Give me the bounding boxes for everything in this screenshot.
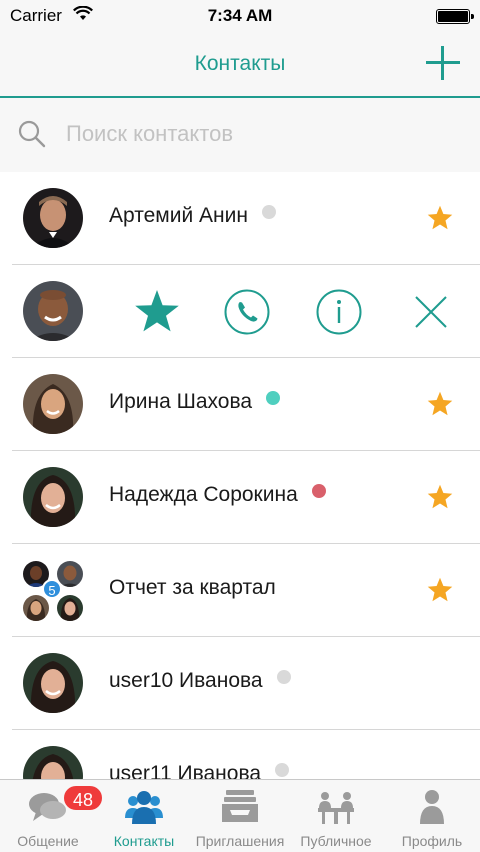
contact-row[interactable]: user11 Иванова [12, 730, 480, 780]
favorite-star-icon[interactable] [426, 204, 454, 232]
avatar [23, 746, 83, 780]
avatar [23, 374, 83, 434]
swipe-actions [122, 265, 480, 358]
page-title: Контакты [194, 52, 286, 75]
tab-contacts[interactable]: Контакты [96, 780, 192, 852]
group-avatar: 5 [21, 559, 85, 623]
close-icon[interactable] [408, 289, 454, 335]
avatar [23, 653, 83, 713]
contact-row-swiped[interactable] [12, 265, 480, 358]
contact-name: Надежда Сорокина [109, 483, 326, 507]
tab-label: Общение [17, 833, 79, 849]
avatar [23, 467, 83, 527]
contact-name: Ирина Шахова [109, 390, 281, 414]
member-avatar [23, 595, 49, 621]
status-time: 7:34 AM [207, 6, 273, 25]
inbox-icon [222, 790, 258, 822]
contact-name: Артемий Анин [109, 204, 276, 228]
avatar [23, 281, 83, 341]
tab-label: Приглашения [195, 833, 285, 849]
search-input[interactable] [66, 116, 446, 152]
tab-label: Профиль [401, 833, 463, 849]
contacts-icon [125, 791, 163, 824]
contact-name: user10 Иванова [109, 669, 291, 693]
star-icon[interactable] [134, 289, 180, 335]
member-avatar [57, 561, 83, 587]
navigation-bar: Контакты [0, 32, 480, 98]
tab-public[interactable]: Публичное [288, 780, 384, 852]
search-bar [0, 98, 480, 172]
tab-bar: 48 Общение Контакты Приглашения Публично… [0, 779, 480, 852]
status-dot [311, 484, 326, 498]
tab-label: Публичное [300, 833, 372, 849]
status-dot [276, 670, 291, 684]
profile-icon [420, 790, 444, 824]
public-meeting-icon [318, 792, 354, 824]
group-name: Отчет за квартал [109, 576, 276, 599]
member-count-badge: 5 [42, 579, 62, 599]
member-avatar [57, 595, 83, 621]
battery-icon [436, 9, 474, 24]
favorite-star-icon[interactable] [426, 483, 454, 511]
tab-chat[interactable]: 48 Общение [0, 780, 104, 852]
contact-row[interactable]: Надежда Сорокина [12, 451, 480, 544]
favorite-star-icon[interactable] [426, 576, 454, 604]
group-row[interactable]: 5 Отчет за квартал [12, 544, 480, 637]
status-dot [266, 391, 281, 405]
search-icon [18, 120, 46, 148]
contact-name: user11 Иванова [109, 762, 290, 780]
tab-label: Контакты [113, 833, 175, 849]
avatar [23, 188, 83, 248]
contact-row[interactable]: Ирина Шахова [12, 358, 480, 451]
contact-row[interactable]: Артемий Анин [12, 172, 480, 265]
status-bar: Carrier 7:34 AM [0, 0, 480, 32]
status-dot [275, 763, 290, 777]
tab-profile[interactable]: Профиль [384, 780, 480, 852]
status-dot [261, 205, 276, 219]
favorite-star-icon[interactable] [426, 390, 454, 418]
contact-list: Артемий Анин Ирина Шахова Надежда Сороки… [0, 172, 480, 780]
tab-invitations[interactable]: Приглашения [192, 780, 288, 852]
info-icon[interactable] [316, 289, 362, 335]
add-contact-button[interactable] [426, 46, 460, 80]
contact-row[interactable]: user10 Иванова [12, 637, 480, 730]
phone-icon[interactable] [224, 289, 270, 335]
